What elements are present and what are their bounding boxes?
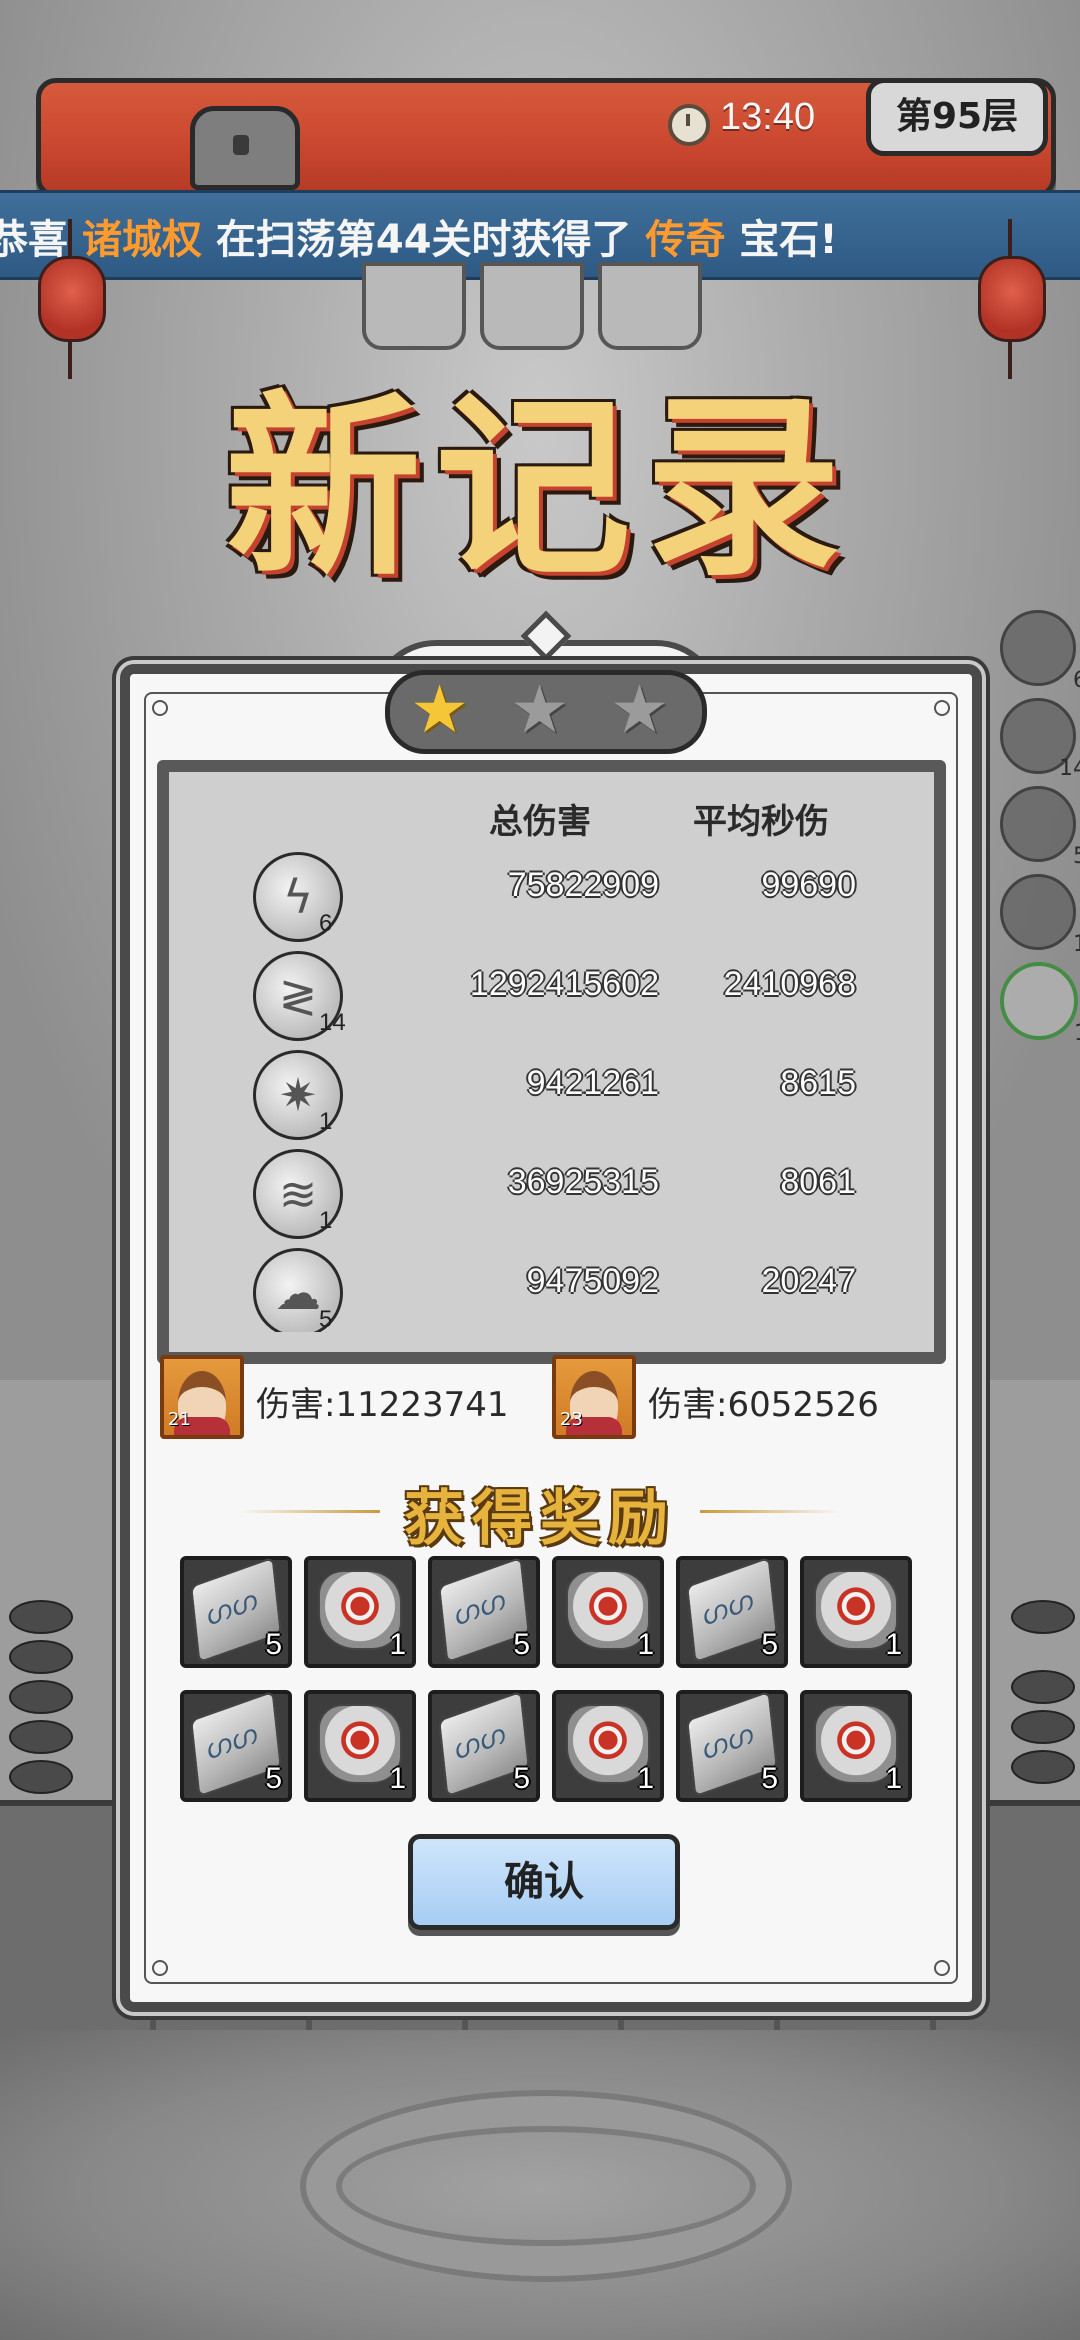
skill-level: 1 (319, 1207, 333, 1234)
header-avg-dps: 平均秒伤 (693, 802, 829, 842)
skill-level: 6 (319, 910, 333, 937)
hero-level: 23 (560, 1409, 583, 1430)
reward-slot[interactable]: 5 (180, 1690, 292, 1802)
table-row: ≋ 1 36925315 8061 (169, 1149, 934, 1239)
pole-left-icon (4, 1580, 74, 1840)
star-filled-icon: ★ (410, 671, 470, 748)
side-skill-5: 1 (1000, 962, 1080, 1046)
reward-slot[interactable]: 5 (676, 1690, 788, 1802)
hero-damage-text: 伤害:6052526 (648, 1385, 879, 1425)
reward-count: 5 (761, 1762, 778, 1795)
clock-icon (668, 104, 710, 146)
hero-damage-2: 23 伤害:6052526 (552, 1355, 892, 1439)
hero-damage-1: 21 伤害:11223741 (160, 1355, 509, 1439)
confirm-button[interactable]: 确认 (408, 1834, 680, 1930)
reward-count: 5 (513, 1762, 530, 1795)
avg-dps-value: 99690 (761, 866, 856, 904)
total-damage-value: 75822909 (507, 866, 659, 904)
total-damage-value: 9475092 (526, 1262, 659, 1300)
table-row: ϟ 6 75822909 99690 (169, 852, 934, 942)
new-record-title: 新记录 (224, 373, 855, 603)
table-row: ≷ 14 1292415602 2410968 (169, 951, 934, 1041)
side-skill-level: 5 (1073, 844, 1080, 869)
side-skill-3: 5 (1000, 786, 1080, 869)
side-skill-level: 1 (1074, 1021, 1080, 1046)
rewards-grid: 5 1 5 1 5 1 5 1 5 1 5 1 (180, 1556, 912, 1806)
skill-level: 1 (319, 1108, 333, 1135)
hero-damage-text: 伤害:11223741 (256, 1385, 509, 1425)
reward-slot[interactable]: 1 (800, 1556, 912, 1668)
panel-rivet (152, 700, 168, 716)
table-row: ✷ 1 9421261 8615 (169, 1050, 934, 1140)
announcement-suffix: 宝石! (725, 217, 838, 263)
reward-count: 1 (637, 1628, 654, 1661)
reward-count: 1 (389, 1762, 406, 1795)
announcement-middle: 在扫荡第44关时获得了 (201, 217, 646, 263)
total-damage-value: 36925315 (507, 1163, 659, 1201)
table-row: ☁ 5 9475092 20247 (169, 1248, 934, 1332)
rewards-header: 获得奖励 (240, 1470, 840, 1554)
reward-slot[interactable]: 1 (800, 1690, 912, 1802)
skill-level: 5 (319, 1306, 333, 1332)
side-skill-4: 1 (1000, 874, 1080, 957)
damage-stats-table: 总伤害 平均秒伤 ϟ 6 75822909 99690 ≷ 14 1292415… (157, 760, 946, 1364)
reward-slot[interactable]: 5 (676, 1556, 788, 1668)
avatar: 21 (160, 1355, 244, 1439)
pole-right-icon (1006, 1600, 1076, 1860)
reward-count: 5 (513, 1628, 530, 1661)
reward-count: 1 (885, 1628, 902, 1661)
side-skill-1: 6 (1000, 610, 1080, 693)
skill-level: 14 (319, 1009, 346, 1036)
floor-portal-ring (300, 2090, 792, 2282)
avg-dps-value: 20247 (761, 1262, 856, 1300)
reward-slot[interactable]: 5 (428, 1690, 540, 1802)
reward-slot[interactable]: 1 (304, 1690, 416, 1802)
panel-rivet (934, 1960, 950, 1976)
timer-text: 13:40 (720, 96, 816, 138)
star-empty-icon: ★ (610, 671, 670, 748)
reward-count: 1 (885, 1762, 902, 1795)
hero-level: 21 (168, 1409, 191, 1430)
avg-dps-value: 8615 (780, 1064, 856, 1102)
announcement-text: 恭喜 诸城权 在扫荡第44关时获得了 传奇 宝石! (0, 207, 838, 265)
avg-dps-value: 8061 (780, 1163, 856, 1201)
stats-scroll-area[interactable]: ϟ 6 75822909 99690 ≷ 14 1292415602 24109… (169, 842, 934, 1332)
floor-badge: 第95层 (866, 78, 1048, 156)
reward-count: 5 (265, 1762, 282, 1795)
side-skill-list: 6 14 5 1 1 (1000, 610, 1080, 1052)
side-skill-level: 14 (1059, 756, 1080, 781)
announcement-player: 诸城权 (81, 217, 202, 263)
total-damage-value: 1292415602 (469, 965, 659, 1003)
treasure-chest-icon[interactable] (190, 106, 300, 190)
total-damage-value: 9421261 (526, 1064, 659, 1102)
rewards-title: 获得奖励 (404, 1484, 676, 1554)
avg-dps-value: 2410968 (723, 965, 856, 1003)
panel-rivet (152, 1960, 168, 1976)
reward-slot[interactable]: 1 (552, 1690, 664, 1802)
star-rating: ★ ★ ★ (385, 670, 707, 754)
reward-slot[interactable]: 5 (180, 1556, 292, 1668)
side-skill-2: 14 (1000, 698, 1080, 781)
reward-slot[interactable]: 5 (428, 1556, 540, 1668)
reward-slot[interactable]: 1 (304, 1556, 416, 1668)
reward-count: 5 (761, 1628, 778, 1661)
panel-rivet (934, 700, 950, 716)
side-skill-level: 6 (1073, 668, 1080, 693)
reward-count: 1 (637, 1762, 654, 1795)
reward-count: 5 (265, 1628, 282, 1661)
star-empty-icon: ★ (510, 671, 570, 748)
reward-count: 1 (389, 1628, 406, 1661)
announcement-item: 传奇 (645, 217, 726, 263)
reward-slot[interactable]: 1 (552, 1556, 664, 1668)
avatar: 23 (552, 1355, 636, 1439)
side-skill-level: 1 (1073, 932, 1080, 957)
header-total-damage: 总伤害 (489, 802, 591, 842)
